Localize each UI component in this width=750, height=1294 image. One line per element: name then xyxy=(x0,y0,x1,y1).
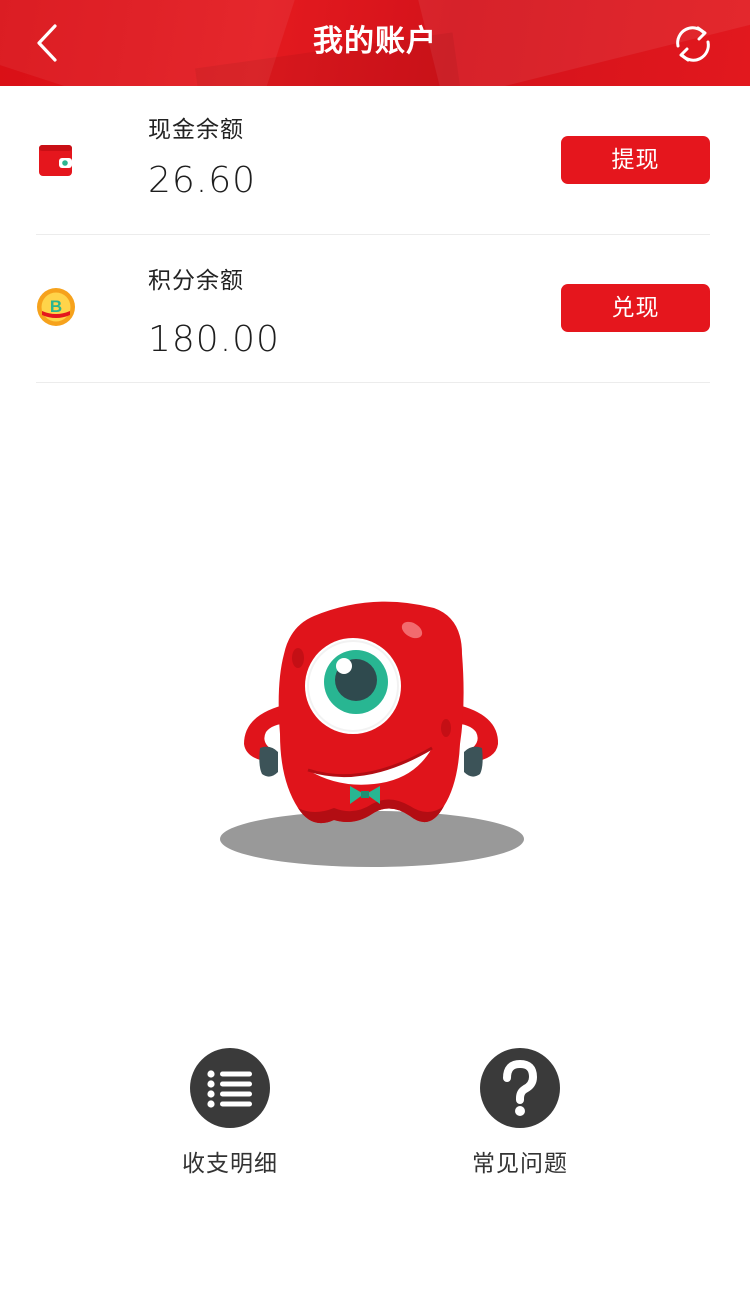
points-balance-row: B 积分余额 180.00 兑现 xyxy=(36,235,710,383)
faq-label: 常见问题 xyxy=(472,1151,568,1177)
cash-balance-amount: 26.60 xyxy=(148,160,257,201)
refresh-icon xyxy=(676,26,710,62)
points-balance-label: 积分余额 xyxy=(148,268,244,294)
cash-balance-label: 现金余额 xyxy=(148,117,244,143)
wallet-icon xyxy=(39,145,72,176)
transaction-details-button[interactable]: 收支明细 xyxy=(150,1048,310,1178)
page-title: 我的账户 xyxy=(313,24,437,59)
transaction-details-label: 收支明细 xyxy=(182,1151,278,1177)
back-button[interactable] xyxy=(26,20,72,66)
question-mark-icon xyxy=(503,1060,537,1116)
header-bar: 我的账户 xyxy=(0,0,750,86)
svg-text:B: B xyxy=(50,297,62,316)
chevron-left-icon xyxy=(37,24,57,62)
withdraw-button[interactable]: 提现 xyxy=(561,136,710,184)
points-coin-icon: B xyxy=(37,288,75,326)
red-monster-mascot xyxy=(220,601,524,867)
points-balance-amount: 180.00 xyxy=(148,319,280,360)
list-icon xyxy=(207,1070,252,1108)
cash-balance-row: 现金余额 26.60 提现 xyxy=(36,86,710,235)
faq-button[interactable]: 常见问题 xyxy=(440,1048,600,1178)
details-circle xyxy=(190,1048,270,1128)
refresh-button[interactable] xyxy=(668,19,718,69)
faq-circle xyxy=(480,1048,560,1128)
redeem-button[interactable]: 兑现 xyxy=(561,284,710,332)
